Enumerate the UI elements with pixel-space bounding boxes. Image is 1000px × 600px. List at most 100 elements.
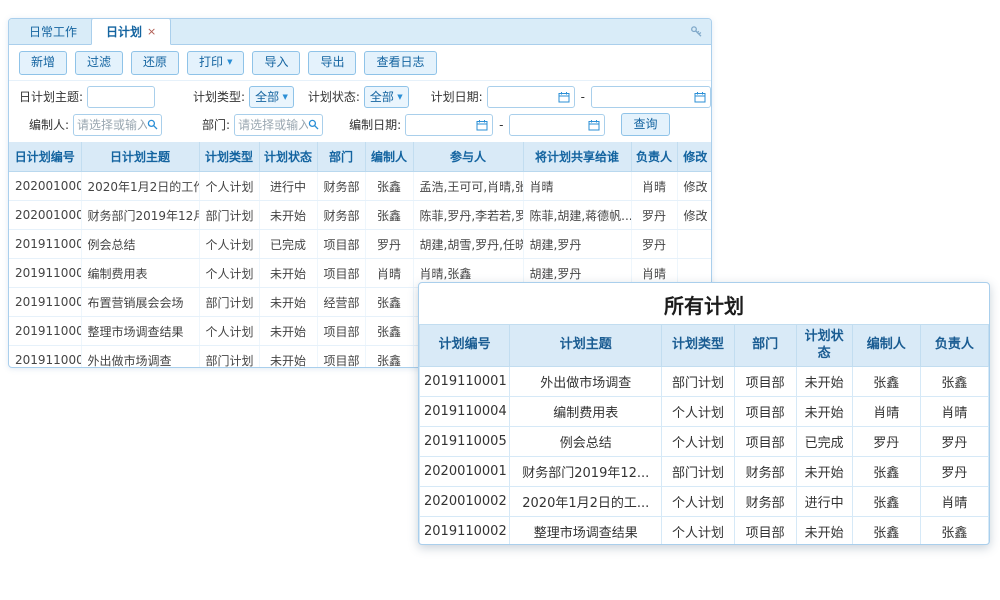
select-value: 全部 — [370, 88, 394, 105]
creator-input[interactable] — [77, 118, 147, 132]
col-header-participants[interactable]: 参与人 — [413, 142, 523, 172]
import-button[interactable]: 导入 — [252, 51, 300, 75]
cell-plan-type: 部门计划 — [199, 201, 259, 230]
cell-creator: 罗丹 — [852, 427, 920, 457]
cell-owner: 罗丹 — [920, 457, 988, 487]
cell-plan-id[interactable]: 2019110005 — [9, 230, 81, 259]
col-header-subject[interactable]: 日计划主题 — [81, 142, 199, 172]
col-header-owner: 负责人 — [920, 325, 988, 367]
table-row[interactable]: 2020010001 财务部门2019年12月的... 部门计划 未开始 财务部… — [9, 201, 712, 230]
print-button[interactable]: 打印▼ — [187, 51, 244, 75]
col-header-type[interactable]: 计划类型 — [199, 142, 259, 172]
cell-plan-subject[interactable]: 2020年1月2日的工作日... — [81, 172, 199, 201]
cell-creator: 张鑫 — [365, 317, 413, 346]
col-header-owner[interactable]: 负责人 — [631, 142, 677, 172]
query-button[interactable]: 查询 — [621, 113, 669, 137]
compile-date-end-input[interactable] — [509, 114, 605, 136]
cell-modify-link[interactable]: 修改 — [677, 172, 712, 201]
cell-plan-subject: 2020年1月2日的工... — [510, 487, 662, 517]
cell-plan-subject[interactable]: 外出做市场调查 — [81, 346, 199, 368]
cell-plan-id: 2020010002 — [420, 487, 510, 517]
department-input[interactable] — [238, 118, 308, 132]
key-icon[interactable] — [690, 25, 703, 38]
subject-input[interactable] — [87, 86, 155, 108]
search-icon[interactable] — [147, 119, 158, 130]
col-header-share-with[interactable]: 将计划共享给谁 — [523, 142, 631, 172]
table-header-row: 日计划编号 日计划主题 计划类型 计划状态 部门 编制人 参与人 将计划共享给谁… — [9, 142, 712, 172]
plan-date-end-input[interactable] — [591, 86, 711, 108]
filter-button[interactable]: 过滤 — [75, 51, 123, 75]
col-header-creator[interactable]: 编制人 — [365, 142, 413, 172]
view-log-button[interactable]: 查看日志 — [364, 51, 436, 75]
plan-type-select[interactable]: 全部 ▼ — [249, 86, 294, 108]
cell-plan-type: 个人计划 — [199, 259, 259, 288]
subject-label: 日计划主题: — [19, 88, 83, 105]
export-button[interactable]: 导出 — [308, 51, 356, 75]
button-label: 导入 — [264, 55, 288, 71]
cell-plan-id[interactable]: 2020010002 — [9, 172, 81, 201]
cell-department: 项目部 — [317, 259, 365, 288]
plan-date-start-input[interactable] — [487, 86, 575, 108]
cell-plan-subject[interactable]: 财务部门2019年12月的... — [81, 201, 199, 230]
tab-daily-work[interactable]: 日常工作 — [15, 18, 91, 44]
tab-daily-plan[interactable]: 日计划 × — [91, 18, 171, 45]
cell-plan-id: 2019110001 — [420, 367, 510, 397]
cell-owner[interactable]: 肖晴 — [631, 172, 677, 201]
select-value: 全部 — [255, 88, 279, 105]
cell-plan-subject[interactable]: 例会总结 — [81, 230, 199, 259]
search-icon[interactable] — [308, 119, 319, 130]
cell-creator: 张鑫 — [365, 288, 413, 317]
cell-plan-id: 2019110005 — [420, 427, 510, 457]
cell-plan-subject[interactable]: 整理市场调查结果 — [81, 317, 199, 346]
cell-modify-link[interactable]: 修改 — [677, 201, 712, 230]
table-row: 2020010001 财务部门2019年12... 部门计划 财务部 未开始 张… — [420, 457, 989, 487]
add-button[interactable]: 新增 — [19, 51, 67, 75]
plan-status-select[interactable]: 全部 ▼ — [364, 86, 409, 108]
cell-plan-status: 已完成 — [259, 230, 317, 259]
cell-owner[interactable]: 罗丹 — [631, 201, 677, 230]
cell-plan-subject[interactable]: 编制费用表 — [81, 259, 199, 288]
col-header-plan-id[interactable]: 日计划编号 — [9, 142, 81, 172]
cell-plan-type: 个人计划 — [662, 397, 734, 427]
table-row[interactable]: 2019110005 例会总结 个人计划 已完成 项目部 罗丹 胡建,胡雪,罗丹… — [9, 230, 712, 259]
restore-button[interactable]: 还原 — [131, 51, 179, 75]
cell-share-with: 肖晴 — [523, 172, 631, 201]
col-header-modify[interactable]: 修改 — [677, 142, 712, 172]
plan-type-label: 计划类型: — [193, 88, 245, 105]
cell-plan-id[interactable]: 2019110003 — [9, 288, 81, 317]
button-label: 打印 — [199, 55, 223, 71]
cell-plan-status: 未开始 — [259, 201, 317, 230]
cell-plan-type: 部门计划 — [199, 288, 259, 317]
screen: 日常工作 日计划 × 新增 过滤 还原 打印▼ 导入 导出 查看日志 — [0, 0, 1000, 600]
cell-plan-status: 未开始 — [259, 259, 317, 288]
button-label: 新增 — [31, 55, 55, 71]
cell-plan-id[interactable]: 2019110001 — [9, 346, 81, 368]
compile-date-start-input[interactable] — [405, 114, 493, 136]
col-header-subject: 计划主题 — [510, 325, 662, 367]
cell-plan-id[interactable]: 2019110002 — [9, 317, 81, 346]
cell-participants: 胡建,胡雪,罗丹,任晓... — [413, 230, 523, 259]
cell-plan-id: 2020010001 — [420, 457, 510, 487]
cell-plan-id[interactable]: 2020010001 — [9, 201, 81, 230]
table-row[interactable]: 2020010002 2020年1月2日的工作日... 个人计划 进行中 财务部… — [9, 172, 712, 201]
cell-owner[interactable]: 罗丹 — [631, 230, 677, 259]
report-title: 所有计划 — [419, 283, 989, 324]
cell-participants: 孟浩,王可可,肖晴,张鑫 — [413, 172, 523, 201]
cell-plan-id[interactable]: 2019110004 — [9, 259, 81, 288]
cell-plan-status: 未开始 — [259, 317, 317, 346]
cell-creator: 张鑫 — [852, 457, 920, 487]
col-header-department[interactable]: 部门 — [317, 142, 365, 172]
cell-plan-subject[interactable]: 布置营销展会会场 — [81, 288, 199, 317]
button-label: 导出 — [320, 55, 344, 71]
cell-plan-type: 个人计划 — [199, 230, 259, 259]
cell-department: 财务部 — [734, 457, 796, 487]
calendar-icon — [588, 119, 600, 131]
cell-plan-type: 个人计划 — [662, 487, 734, 517]
cell-plan-subject: 外出做市场调查 — [510, 367, 662, 397]
cell-creator: 张鑫 — [852, 367, 920, 397]
col-header-status[interactable]: 计划状态 — [259, 142, 317, 172]
cell-creator: 肖晴 — [365, 259, 413, 288]
cell-plan-type: 个人计划 — [199, 172, 259, 201]
close-icon[interactable]: × — [147, 26, 156, 37]
cell-plan-status: 未开始 — [796, 367, 852, 397]
